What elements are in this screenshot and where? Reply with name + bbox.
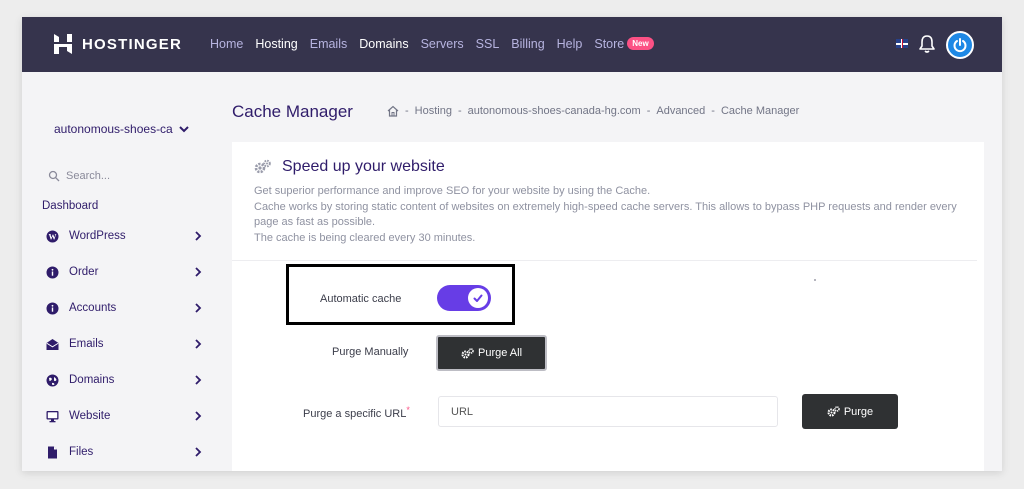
nav-ssl[interactable]: SSL xyxy=(476,37,500,51)
monitor-icon xyxy=(46,410,59,422)
card-title: Speed up your website xyxy=(282,158,445,175)
search-icon xyxy=(48,170,60,182)
breadcrumb-separator: - xyxy=(457,105,462,117)
gears-icon xyxy=(254,159,271,174)
nav-help[interactable]: Help xyxy=(557,37,583,51)
sidebar-item-files[interactable]: Files xyxy=(42,434,212,470)
description-line: Get superior performance and improve SEO… xyxy=(254,185,651,197)
search-input[interactable]: Search... xyxy=(66,170,110,182)
brand-name: HOSTINGER xyxy=(82,35,182,53)
sidebar-item-label: Emails xyxy=(69,338,104,350)
sidebar-item-label: Order xyxy=(69,266,99,278)
toggle-knob xyxy=(468,288,488,308)
nav-domains[interactable]: Domains xyxy=(359,37,408,51)
gears-icon xyxy=(827,406,840,417)
brand-logo[interactable]: HOSTINGER xyxy=(52,33,182,55)
sidebar-item-order[interactable]: Order xyxy=(42,254,212,290)
app-window: HOSTINGER Home Hosting Emails Domains Se… xyxy=(22,17,1002,471)
sidebar-item-label: Website xyxy=(69,410,111,422)
chevron-right-icon xyxy=(195,267,202,277)
globe-icon xyxy=(46,374,59,386)
chevron-right-icon xyxy=(195,375,202,385)
decorative-dot xyxy=(814,279,816,281)
nav-store-label: Store xyxy=(594,37,625,51)
required-marker: * xyxy=(406,405,410,415)
breadcrumb-hosting[interactable]: Hosting xyxy=(415,105,452,117)
breadcrumb-domain[interactable]: autonomous-shoes-canada-hg.com xyxy=(468,105,641,117)
main-nav: Home Hosting Emails Domains Servers SSL … xyxy=(210,37,666,51)
chevron-down-icon xyxy=(179,126,189,133)
purge-url-input[interactable]: URL xyxy=(438,396,778,427)
chevron-right-icon xyxy=(195,447,202,457)
site-selector-label: autonomous-shoes-ca xyxy=(54,122,173,136)
check-icon xyxy=(473,294,483,302)
breadcrumb-separator: - xyxy=(711,105,715,117)
card-divider xyxy=(232,260,977,261)
uk-flag-icon[interactable] xyxy=(896,39,908,48)
purge-all-button[interactable]: Purge All xyxy=(436,335,547,371)
svg-text:W: W xyxy=(49,232,57,241)
top-navbar: HOSTINGER Home Hosting Emails Domains Se… xyxy=(22,17,1002,72)
nav-servers[interactable]: Servers xyxy=(421,37,464,51)
breadcrumb-separator: - xyxy=(646,105,651,117)
breadcrumb-separator: - xyxy=(405,105,409,117)
purge-url-label: Purge a specific URL* xyxy=(303,405,410,420)
automatic-cache-toggle[interactable] xyxy=(437,285,491,311)
nav-store[interactable]: Store New xyxy=(594,37,654,51)
gears-icon xyxy=(461,347,474,358)
automatic-cache-label: Automatic cache xyxy=(320,293,402,305)
chevron-right-icon xyxy=(195,339,202,349)
sidebar-item-accounts[interactable]: Accounts xyxy=(42,290,212,326)
nav-hosting[interactable]: Hosting xyxy=(255,37,297,51)
wordpress-icon: W xyxy=(46,230,59,242)
purge-url-label-text: Purge a specific URL xyxy=(303,408,407,420)
sidebar-item-label: Files xyxy=(69,446,94,458)
page-title: Cache Manager xyxy=(232,102,353,121)
purge-button[interactable]: Purge xyxy=(802,394,898,429)
chevron-right-icon xyxy=(195,303,202,313)
sidebar: autonomous-shoes-ca Search... Dashboard … xyxy=(22,72,232,471)
file-icon xyxy=(48,446,57,458)
breadcrumb-advanced[interactable]: Advanced xyxy=(656,105,705,117)
sidebar-item-label: WordPress xyxy=(69,230,126,242)
purge-manually-label: Purge Manually xyxy=(332,346,409,358)
nav-billing[interactable]: Billing xyxy=(511,37,544,51)
purge-label: Purge xyxy=(843,405,874,418)
url-placeholder: URL xyxy=(451,405,474,418)
envelope-open-icon xyxy=(46,338,59,350)
site-selector[interactable]: autonomous-shoes-ca xyxy=(54,122,189,136)
sidebar-item-emails[interactable]: Emails xyxy=(42,326,212,362)
hostinger-logo-icon xyxy=(54,34,72,54)
chevron-right-icon xyxy=(195,231,202,241)
info-circle-icon xyxy=(46,266,59,278)
breadcrumb: - Hosting - autonomous-shoes-canada-hg.c… xyxy=(387,105,799,117)
home-icon[interactable] xyxy=(387,105,399,117)
sidebar-search[interactable]: Search... xyxy=(42,160,210,192)
sidebar-menu: W WordPress Order Accounts Emails Domain… xyxy=(42,218,212,470)
user-avatar[interactable] xyxy=(946,31,974,59)
sidebar-item-wordpress[interactable]: W WordPress xyxy=(42,218,212,254)
sidebar-item-label: Accounts xyxy=(69,302,117,314)
nav-home[interactable]: Home xyxy=(210,37,243,51)
nav-emails[interactable]: Emails xyxy=(310,37,348,51)
sidebar-section-dashboard[interactable]: Dashboard xyxy=(42,200,98,212)
bell-icon[interactable] xyxy=(918,34,936,54)
chevron-right-icon xyxy=(195,411,202,421)
sidebar-item-label: Domains xyxy=(69,374,115,386)
breadcrumb-current: Cache Manager xyxy=(720,105,800,117)
card-description: Get superior performance and improve SEO… xyxy=(254,184,974,246)
sidebar-item-domains[interactable]: Domains xyxy=(42,362,212,398)
sidebar-item-website[interactable]: Website xyxy=(42,398,212,434)
purge-all-label: Purge All xyxy=(477,347,523,359)
description-line: Cache works by storing static content of… xyxy=(254,200,957,229)
new-badge: New xyxy=(627,37,654,50)
info-circle-icon xyxy=(46,302,59,314)
card-header: Speed up your website xyxy=(254,158,445,176)
description-line: The cache is being cleared every 30 minu… xyxy=(254,231,476,244)
power-icon xyxy=(953,38,967,53)
